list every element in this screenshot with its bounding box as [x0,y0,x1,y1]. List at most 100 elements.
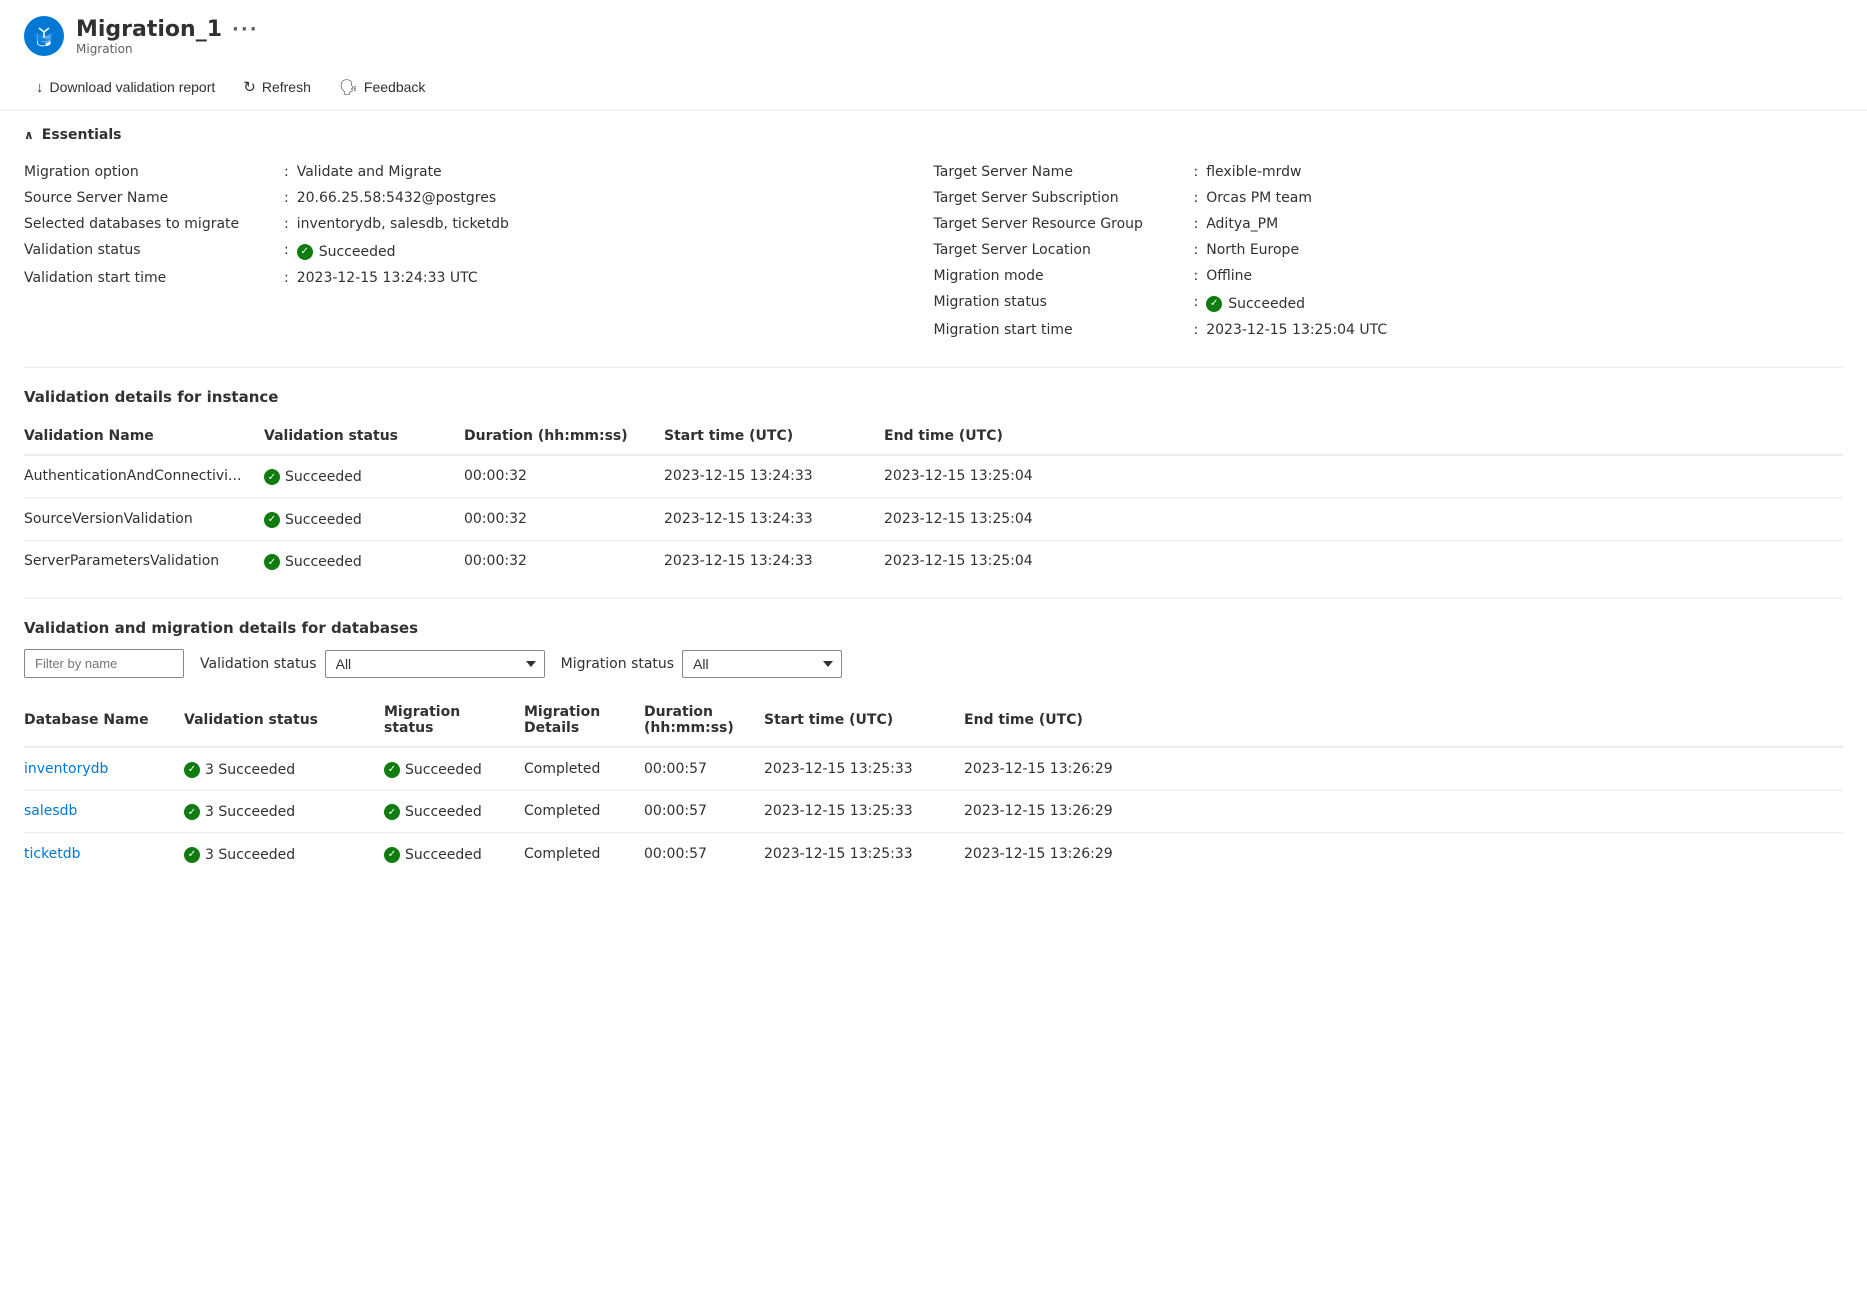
end-time-cell: 2023-12-15 13:25:04 [884,498,1843,541]
db-migration-status-cell: ✓ Succeeded [384,790,524,833]
validation-name-cell: SourceVersionValidation [24,498,264,541]
col-end-time: End time (UTC) [884,418,1843,455]
refresh-button[interactable]: ↻ Refresh [231,72,323,102]
essentials-toggle-icon[interactable]: ∧ [24,128,34,142]
db-validation-status-cell: ✓ 3 Succeeded [184,747,384,790]
validation-status-check-icon: ✓ [297,244,313,260]
section-divider-2 [24,598,1843,599]
validation-name-cell: ServerParametersValidation [24,540,264,582]
db-validation-check-icon: ✓ [184,804,200,820]
filter-row: Validation status All Succeeded Failed M… [24,649,1843,678]
col-db-end-time: End time (UTC) [964,694,1843,747]
title-text: Migration_1 [76,17,222,42]
essentials-row-migration-mode: Migration mode : Offline [934,263,1844,289]
col-db-name: Database Name [24,694,184,747]
table-row: salesdb ✓ 3 Succeeded ✓ Succeeded Comple… [24,790,1843,833]
duration-cell: 00:00:32 [464,455,664,498]
db-duration-cell: 00:00:57 [644,747,764,790]
migration-db-section-title: Validation and migration details for dat… [24,619,1843,637]
db-name-cell[interactable]: inventorydb [24,747,184,790]
db-migration-check-icon: ✓ [384,762,400,778]
essentials-section-header: ∧ Essentials [24,127,1843,143]
validation-status-filter-select[interactable]: All Succeeded Failed [325,650,545,678]
db-migration-details-cell: Completed [524,833,644,875]
essentials-row-target-subscription: Target Server Subscription : Orcas PM te… [934,185,1844,211]
end-time-cell: 2023-12-15 13:25:04 [884,455,1843,498]
db-name-cell[interactable]: ticketdb [24,833,184,875]
page-subtitle: Migration [76,42,259,56]
db-start-time-cell: 2023-12-15 13:25:33 [764,790,964,833]
db-end-time-cell: 2023-12-15 13:26:29 [964,790,1843,833]
download-icon: ↓ [36,79,44,96]
start-time-cell: 2023-12-15 13:24:33 [664,498,884,541]
azure-migration-icon: 🛢 [24,16,64,56]
col-db-validation-status: Validation status [184,694,384,747]
validation-status-cell: ✓ Succeeded [264,455,464,498]
essentials-grid: Migration option : Validate and Migrate … [24,159,1843,343]
db-migration-check-icon: ✓ [384,804,400,820]
validation-instance-section-title: Validation details for instance [24,388,1843,406]
essentials-row-migration-status: Migration status : ✓ Succeeded [934,289,1844,317]
db-name-cell[interactable]: salesdb [24,790,184,833]
filter-by-name-input[interactable] [24,649,184,678]
essentials-right-col: Target Server Name : flexible-mrdw Targe… [934,159,1844,343]
feedback-label: Feedback [364,79,425,95]
page-title: Migration_1 ··· [76,17,259,42]
col-db-duration: Duration(hh:mm:ss) [644,694,764,747]
col-validation-name: Validation Name [24,418,264,455]
status-check-icon: ✓ [264,554,280,570]
col-start-time: Start time (UTC) [664,418,884,455]
db-end-time-cell: 2023-12-15 13:26:29 [964,833,1843,875]
more-options-icon[interactable]: ··· [232,19,259,40]
validation-instance-table: Validation Name Validation status Durati… [24,418,1843,583]
refresh-label: Refresh [262,79,311,95]
feedback-icon: 🗣 [339,78,358,96]
essentials-row-migration-option: Migration option : Validate and Migrate [24,159,934,185]
essentials-row-migration-start: Migration start time : 2023-12-15 13:25:… [934,317,1844,343]
col-validation-status: Validation status [264,418,464,455]
validation-status-cell: ✓ Succeeded [264,498,464,541]
essentials-row-validation-status: Validation status : ✓ Succeeded [24,237,934,265]
db-migration-check-icon: ✓ [384,847,400,863]
db-validation-check-icon: ✓ [184,847,200,863]
db-start-time-cell: 2023-12-15 13:25:33 [764,833,964,875]
db-migration-details-cell: Completed [524,747,644,790]
essentials-row-selected-dbs: Selected databases to migrate : inventor… [24,211,934,237]
db-validation-check-icon: ✓ [184,762,200,778]
db-name-link[interactable]: inventorydb [24,761,108,777]
migration-db-table-body: inventorydb ✓ 3 Succeeded ✓ Succeeded Co… [24,747,1843,875]
table-row: AuthenticationAndConnectivi... ✓ Succeed… [24,455,1843,498]
db-name-link[interactable]: salesdb [24,803,77,819]
db-duration-cell: 00:00:57 [644,833,764,875]
duration-cell: 00:00:32 [464,498,664,541]
db-end-time-cell: 2023-12-15 13:26:29 [964,747,1843,790]
status-check-icon: ✓ [264,469,280,485]
table-row: SourceVersionValidation ✓ Succeeded 00:0… [24,498,1843,541]
start-time-cell: 2023-12-15 13:24:33 [664,540,884,582]
db-start-time-cell: 2023-12-15 13:25:33 [764,747,964,790]
essentials-row-target-location: Target Server Location : North Europe [934,237,1844,263]
download-validation-report-button[interactable]: ↓ Download validation report [24,73,227,102]
db-validation-status-cell: ✓ 3 Succeeded [184,833,384,875]
essentials-row-validation-start: Validation start time : 2023-12-15 13:24… [24,265,934,291]
table-row: ServerParametersValidation ✓ Succeeded 0… [24,540,1843,582]
toolbar: ↓ Download validation report ↻ Refresh 🗣… [0,64,1867,111]
end-time-cell: 2023-12-15 13:25:04 [884,540,1843,582]
migration-status-filter-label: Migration status [561,656,674,672]
duration-cell: 00:00:32 [464,540,664,582]
db-migration-status-cell: ✓ Succeeded [384,833,524,875]
db-migration-status-cell: ✓ Succeeded [384,747,524,790]
validation-instance-table-header: Validation Name Validation status Durati… [24,418,1843,455]
migration-status-filter-select[interactable]: All Succeeded Failed [682,650,842,678]
db-name-link[interactable]: ticketdb [24,846,81,862]
essentials-title: Essentials [42,127,122,143]
header-title-block: Migration_1 ··· Migration [76,17,259,56]
table-row: inventorydb ✓ 3 Succeeded ✓ Succeeded Co… [24,747,1843,790]
start-time-cell: 2023-12-15 13:24:33 [664,455,884,498]
col-db-migration-status: Migrationstatus [384,694,524,747]
validation-status-cell: ✓ Succeeded [264,540,464,582]
feedback-button[interactable]: 🗣 Feedback [327,72,438,102]
migration-db-table-header: Database Name Validation status Migratio… [24,694,1843,747]
validation-instance-table-body: AuthenticationAndConnectivi... ✓ Succeed… [24,455,1843,583]
col-db-migration-details: MigrationDetails [524,694,644,747]
